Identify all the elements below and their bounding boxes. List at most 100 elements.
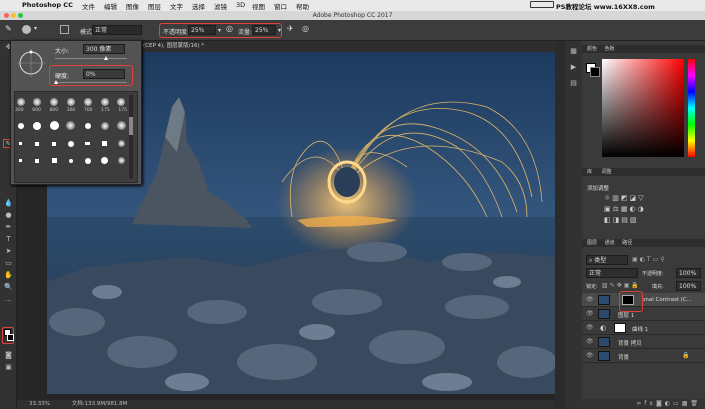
zoom-level[interactable]: 33.33% — [17, 401, 50, 407]
hardness-slider[interactable] — [55, 82, 127, 83]
eye-icon[interactable]: 👁 — [586, 310, 594, 317]
layer-row[interactable]: 👁 onal Contrast (C... — [582, 293, 705, 307]
airbrush-icon[interactable]: ✈ — [287, 24, 294, 33]
menu-window[interactable]: 窗口 — [274, 1, 287, 11]
history-icon[interactable]: ▦ — [568, 47, 579, 56]
adjustment-icons[interactable]: ☼▥◩◪▽ ▣⚖▦◐◑ ◧◨▤▧ — [604, 193, 682, 226]
layer-mask-thumbnail[interactable] — [614, 323, 626, 333]
menu-3d[interactable]: 3D — [236, 1, 245, 9]
lock-icons[interactable]: ▨✎✥▣🔒 — [602, 282, 641, 289]
brush-preset[interactable] — [65, 155, 76, 166]
size-slider-handle[interactable] — [104, 56, 108, 60]
tab-adjustments[interactable]: 调整 — [594, 169, 612, 175]
quick-mask-icon[interactable]: ◙ — [3, 351, 14, 360]
more-tools-icon[interactable]: … — [3, 295, 14, 304]
menu-filter[interactable]: 滤镜 — [214, 1, 227, 11]
brush-preset[interactable] — [116, 138, 127, 149]
minimize-icon[interactable] — [11, 13, 16, 18]
hue-slider[interactable] — [688, 59, 695, 157]
rectangle-tool-icon[interactable]: ▭ — [3, 259, 14, 268]
layer-opacity-field[interactable]: 100% — [676, 268, 701, 278]
play-icon[interactable]: ▶ — [568, 63, 579, 72]
tab-libraries[interactable]: 库 — [582, 169, 592, 175]
menu-help[interactable]: 帮助 — [296, 1, 309, 11]
hand-tool-icon[interactable]: ✋ — [3, 271, 14, 280]
menu-edit[interactable]: 编辑 — [104, 1, 117, 11]
pen-tool-icon[interactable]: ✒ — [3, 223, 14, 232]
brush-preset[interactable] — [32, 120, 43, 131]
tab-channels[interactable]: 通道 — [599, 240, 615, 246]
brush-preset[interactable] — [32, 138, 43, 149]
brush-preset[interactable] — [82, 96, 93, 107]
layer-kind-filter[interactable]: ⌕ 类型 — [586, 255, 628, 265]
brush-preset-icon[interactable] — [22, 25, 31, 34]
menu-image[interactable]: 图像 — [126, 1, 139, 11]
hardness-field[interactable]: 0% — [83, 69, 125, 79]
brush-preset[interactable] — [116, 120, 127, 131]
brush-preset[interactable] — [99, 96, 110, 107]
bg-color-swatch[interactable] — [590, 67, 600, 77]
brush-preset[interactable] — [32, 96, 43, 107]
dodge-tool-icon[interactable]: ● — [3, 211, 14, 220]
type-tool-icon[interactable]: T — [3, 235, 14, 244]
eye-icon[interactable]: 👁 — [586, 338, 594, 345]
brush-preset[interactable] — [15, 96, 26, 107]
layer-row[interactable]: 👁 图层 1 — [582, 307, 705, 321]
brush-preset[interactable] — [65, 138, 76, 149]
eye-icon[interactable]: 👁 — [586, 324, 594, 331]
zoom-icon[interactable] — [18, 13, 23, 18]
brush-preset[interactable] — [65, 96, 76, 107]
brush-preset[interactable] — [32, 155, 43, 166]
screen-mode-icon[interactable]: ▣ — [3, 363, 14, 372]
preset-scrollbar[interactable] — [129, 95, 133, 179]
brush-preset[interactable] — [15, 155, 26, 166]
brush-panel-icon[interactable] — [60, 25, 69, 34]
brush-preset[interactable] — [15, 120, 26, 131]
brush-preset[interactable] — [116, 155, 127, 166]
tab-color[interactable]: 颜色 — [582, 46, 597, 52]
brush-preset[interactable] — [49, 155, 60, 166]
brush-preset[interactable] — [49, 120, 60, 131]
brush-preset[interactable] — [82, 155, 93, 166]
menu-select[interactable]: 选择 — [192, 1, 205, 11]
background-color[interactable] — [7, 334, 14, 341]
color-swatches[interactable] — [2, 327, 14, 344]
zoom-tool-icon[interactable]: 🔍 — [3, 283, 14, 292]
path-select-icon[interactable]: ➤ — [3, 247, 14, 256]
brush-preset[interactable] — [99, 138, 110, 149]
brush-preset[interactable] — [49, 96, 60, 107]
pressure-size-icon[interactable]: ◎ — [302, 24, 309, 33]
menu-layer[interactable]: 图层 — [148, 1, 161, 11]
fill-field[interactable]: 100% — [676, 281, 701, 291]
filter-icons[interactable]: ▣◐T▭⚲ — [632, 256, 667, 263]
brush-tool-icon[interactable]: ✎ — [5, 24, 12, 33]
document-tab[interactable]: (CEP 4), 图层蒙版/16) * — [140, 41, 555, 52]
menu-view[interactable]: 视图 — [252, 1, 265, 11]
brush-preset[interactable] — [82, 120, 93, 131]
menu-app[interactable]: Photoshop CC — [22, 1, 73, 9]
brush-preset[interactable] — [15, 138, 26, 149]
brush-angle-icon[interactable] — [17, 49, 45, 77]
tab-paths[interactable]: 路径 — [616, 240, 632, 246]
menu-type[interactable]: 文字 — [170, 1, 183, 11]
brush-preset[interactable] — [99, 120, 110, 131]
brush-preset[interactable] — [82, 138, 93, 149]
size-field[interactable]: 300 像素 — [83, 44, 125, 54]
layer-row[interactable]: 👁 ◐ 曲线 1 — [582, 321, 705, 335]
properties-icon[interactable]: ▤ — [568, 79, 579, 88]
blend-mode-select[interactable]: 正常 — [586, 268, 638, 278]
brush-preset[interactable] — [116, 96, 127, 107]
color-picker-field[interactable] — [602, 59, 684, 157]
tab-swatches[interactable]: 色板 — [599, 46, 615, 52]
brush-preset[interactable] — [99, 155, 110, 166]
menu-file[interactable]: 文件 — [82, 1, 95, 11]
mode-select[interactable]: 正常 — [92, 25, 142, 35]
close-icon[interactable] — [4, 13, 9, 18]
hardness-slider-handle[interactable] — [54, 80, 58, 84]
eye-icon[interactable]: 👁 — [586, 352, 594, 359]
brush-preset[interactable] — [49, 138, 60, 149]
layers-footer-icons[interactable]: ∞fx◙◐▭▦🗑 — [582, 399, 705, 409]
tab-layers[interactable]: 图层 — [582, 240, 597, 246]
blur-tool-icon[interactable]: 💧 — [3, 199, 14, 208]
chevron-down-icon[interactable]: ▾ — [34, 25, 37, 32]
